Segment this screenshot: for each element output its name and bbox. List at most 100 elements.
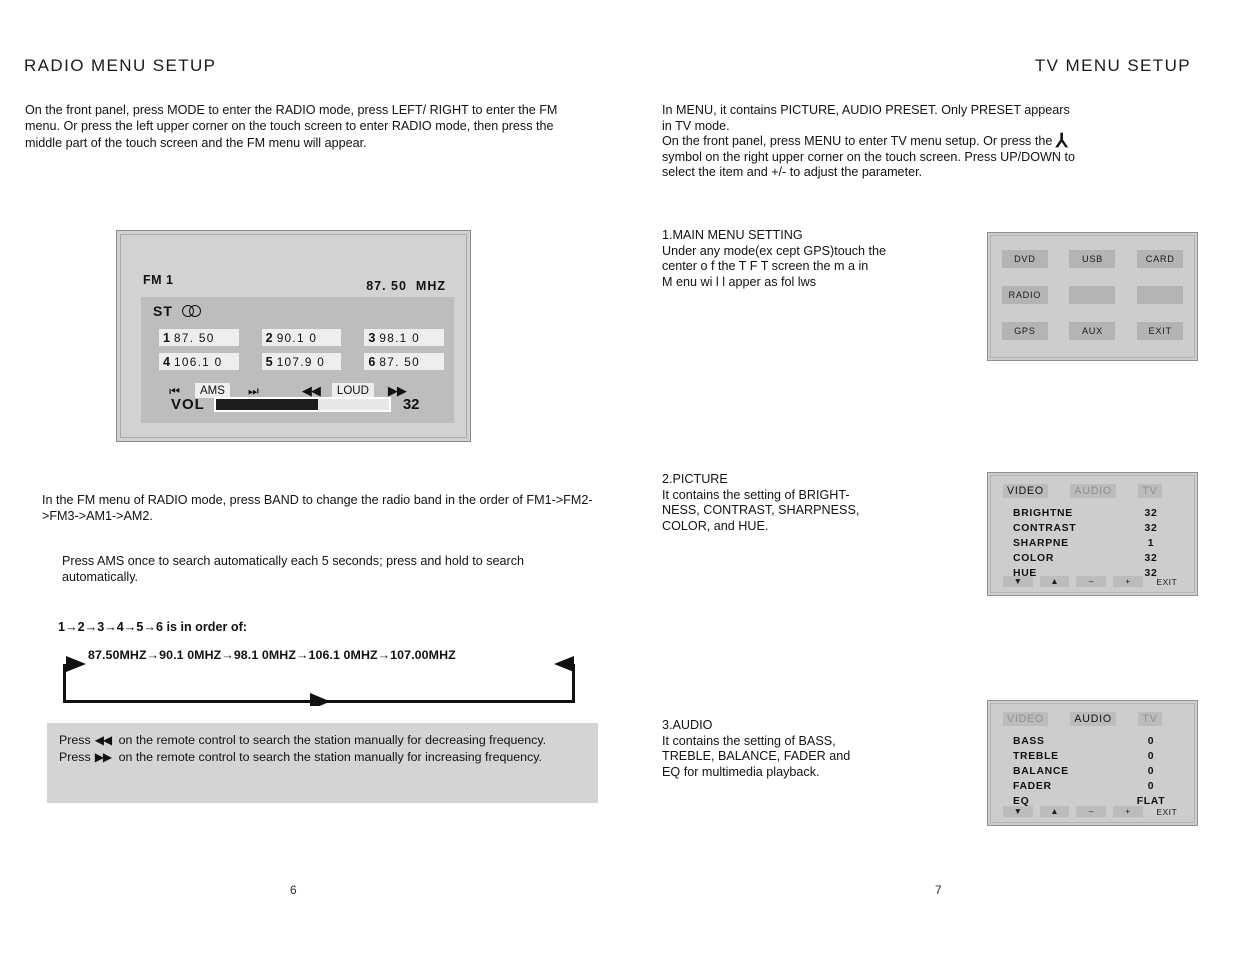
picture-setting-row[interactable]: SHARPNE 1 xyxy=(1013,536,1178,551)
preset-number: 5 xyxy=(265,354,273,369)
audio-setting-name: TREBLE xyxy=(1013,751,1059,762)
preset-button-6[interactable]: 6 87. 50 xyxy=(364,353,445,370)
stereo-indicator: ST xyxy=(153,303,204,319)
picture-down-button[interactable]: ▼ xyxy=(1003,576,1033,587)
audio-setting-row[interactable]: BASS 0 xyxy=(1013,734,1178,749)
stereo-label: ST xyxy=(153,303,173,319)
left-page: RADIO MENU SETUP On the front panel, pre… xyxy=(0,0,630,954)
radio-touch-screen[interactable]: ST 1 87. 50 2 90.1 0 3 98.1 0 4 106.1 0 … xyxy=(141,297,454,423)
main-menu-tft-panel: DVD USB CARD RADIO GPS AUX EXIT xyxy=(987,232,1198,361)
section-3-heading: 3.AUDIO xyxy=(662,718,713,732)
section-2-line-1: It contains the setting of BRIGHT- xyxy=(662,487,850,502)
section-2-line-2: NESS, CONTRAST, SHARPNESS, xyxy=(662,503,860,517)
preset-row: 4 106.1 0 5 107.9 0 6 87. 50 xyxy=(159,353,445,370)
tv-intro-line-5: select the item and +/- to adjust the pa… xyxy=(662,165,923,179)
preset-button-4[interactable]: 4 106.1 0 xyxy=(159,353,239,370)
audio-setting-row[interactable]: FADER 0 xyxy=(1013,779,1178,794)
picture-tab-audio[interactable]: AUDIO xyxy=(1070,484,1116,498)
tv-intro-line-4: symbol on the right upper corner on the … xyxy=(662,149,1075,164)
picture-setting-name: CONTRAST xyxy=(1013,523,1077,534)
picture-minus-button[interactable]: – xyxy=(1076,576,1106,587)
stereo-circles-icon xyxy=(181,304,204,318)
note-press-1: Press xyxy=(59,733,91,747)
audio-settings-list: BASS 0 TREBLE 0 BALANCE 0 FADER 0 EQ FLAT xyxy=(1013,734,1178,809)
audio-plus-button[interactable]: + xyxy=(1112,806,1143,817)
preset-row: 1 87. 50 2 90.1 0 3 98.1 0 xyxy=(159,329,445,346)
picture-exit-button[interactable]: EXIT xyxy=(1150,576,1184,587)
band-change-paragraph: In the FM menu of RADIO mode, press BAND… xyxy=(42,493,593,524)
audio-setting-row[interactable]: BALANCE 0 xyxy=(1013,764,1178,779)
page-title-tv: TV MENU SETUP xyxy=(1034,56,1191,75)
picture-setting-row[interactable]: COLOR 32 xyxy=(1013,551,1178,566)
preset-button-1[interactable]: 1 87. 50 xyxy=(159,329,239,346)
preset-number: 4 xyxy=(163,354,171,369)
note-line-2: Press ▶▶ on the remote control to search … xyxy=(59,749,586,766)
audio-up-button[interactable]: ▲ xyxy=(1039,806,1070,817)
preset-number: 2 xyxy=(265,330,273,345)
preset-number: 1 xyxy=(163,330,171,345)
preset-button-3[interactable]: 3 98.1 0 xyxy=(364,329,445,346)
frequency-flow-diagram: 87.50MHZ→90.1 0MHZ→98.1 0MHZ→106.1 0MHZ→… xyxy=(58,648,583,706)
audio-minus-button[interactable]: – xyxy=(1076,806,1106,817)
section-1-line-2: center o f the T F T screen the m a in xyxy=(662,259,869,273)
page-number-left: 6 xyxy=(290,883,297,897)
audio-exit-button[interactable]: EXIT xyxy=(1150,806,1184,817)
picture-tft-panel: VIDEO AUDIO TV BRIGHTNE 32 CONTRAST 32 SHARPNE… xyxy=(987,472,1198,596)
volume-fill xyxy=(215,399,318,410)
section-3-line-2: TREBLE, BALANCE, FADER and xyxy=(662,749,851,763)
audio-setting-name: BASS xyxy=(1013,736,1045,747)
picture-tab-tv[interactable]: TV xyxy=(1138,484,1162,498)
picture-setting-value: 32 xyxy=(1144,523,1158,534)
volume-slider[interactable] xyxy=(213,397,391,412)
tv-intro-line-3-text: On the front panel, press MENU to enter … xyxy=(662,134,1053,148)
audio-down-button[interactable]: ▼ xyxy=(1003,806,1033,817)
audio-tab-tv[interactable]: TV xyxy=(1138,712,1162,726)
frequency-unit: MHZ xyxy=(415,279,446,293)
volume-label: VOL xyxy=(171,396,205,413)
fast-forward-icon: ▶▶ xyxy=(94,750,112,764)
picture-setting-value: 32 xyxy=(1144,553,1158,564)
picture-setting-row[interactable]: CONTRAST 32 xyxy=(1013,521,1178,536)
audio-setting-row[interactable]: TREBLE 0 xyxy=(1013,749,1178,764)
main-menu-key-exit[interactable]: EXIT xyxy=(1137,322,1184,340)
rewind-icon: ◀◀ xyxy=(94,733,112,747)
picture-plus-button[interactable]: + xyxy=(1112,576,1143,587)
picture-tabs-row: VIDEO AUDIO TV xyxy=(1003,484,1184,498)
preset-frequency: 87. 50 xyxy=(379,354,420,369)
main-menu-key-usb[interactable]: USB xyxy=(1069,250,1116,268)
main-menu-key-radio[interactable]: RADIO xyxy=(1001,286,1048,304)
section-audio-text: 3.AUDIO It contains the setting of BASS,… xyxy=(662,718,962,780)
audio-tab-video[interactable]: VIDEO xyxy=(1003,712,1048,726)
main-menu-key-gps[interactable]: GPS xyxy=(1001,322,1048,340)
radio-intro-paragraph: On the front panel, press MODE to enter … xyxy=(25,103,558,150)
main-menu-key-card[interactable]: CARD xyxy=(1137,250,1184,268)
ams-paragraph: Press AMS once to search automatically e… xyxy=(62,554,525,585)
preset-button-5[interactable]: 5 107.9 0 xyxy=(261,353,342,370)
tv-intro-block: In MENU, it contains PICTURE, AUDIO PRES… xyxy=(662,103,1217,181)
section-picture-text: 2.PICTURE It contains the setting of BRI… xyxy=(662,472,962,534)
preset-frequency: 87. 50 xyxy=(174,330,215,345)
main-menu-key-dvd[interactable]: DVD xyxy=(1001,250,1048,268)
audio-tft-inner: VIDEO AUDIO TV BASS 0 TREBLE 0 BALANCE 0 FADER 0 E… xyxy=(990,703,1195,823)
tv-intro-line-1: In MENU, it contains PICTURE, AUDIO PRES… xyxy=(662,103,1070,117)
frequency-value: 87. 50 xyxy=(366,279,407,293)
picture-up-button[interactable]: ▲ xyxy=(1039,576,1070,587)
audio-tab-audio[interactable]: AUDIO xyxy=(1070,712,1116,726)
flow-arrows-svg xyxy=(63,656,575,706)
preset-frequency: 107.9 0 xyxy=(276,354,326,369)
main-menu-key-aux[interactable]: AUX xyxy=(1069,322,1116,340)
preset-order-label: 1→2→3→4→5→6 is in order of: xyxy=(58,620,247,634)
main-menu-key-blank xyxy=(1137,286,1184,304)
picture-tab-video[interactable]: VIDEO xyxy=(1003,484,1048,498)
fm-band-label: FM 1 xyxy=(143,273,174,287)
preset-button-2[interactable]: 2 90.1 0 xyxy=(261,329,342,346)
right-page: TV MENU SETUP In MENU, it contains PICTU… xyxy=(630,0,1235,954)
audio-setting-name: FADER xyxy=(1013,781,1052,792)
audio-tft-panel: VIDEO AUDIO TV BASS 0 TREBLE 0 BALANCE 0 FADER 0 E… xyxy=(987,700,1198,826)
preset-frequency: 106.1 0 xyxy=(174,354,223,369)
picture-setting-value: 1 xyxy=(1147,538,1155,549)
section-3-line-1: It contains the setting of BASS, xyxy=(662,733,836,748)
main-menu-tft-inner: DVD USB CARD RADIO GPS AUX EXIT xyxy=(990,235,1195,358)
tv-intro-line-3: On the front panel, press MENU to enter … xyxy=(662,131,1068,152)
picture-setting-row[interactable]: BRIGHTNE 32 xyxy=(1013,506,1178,521)
